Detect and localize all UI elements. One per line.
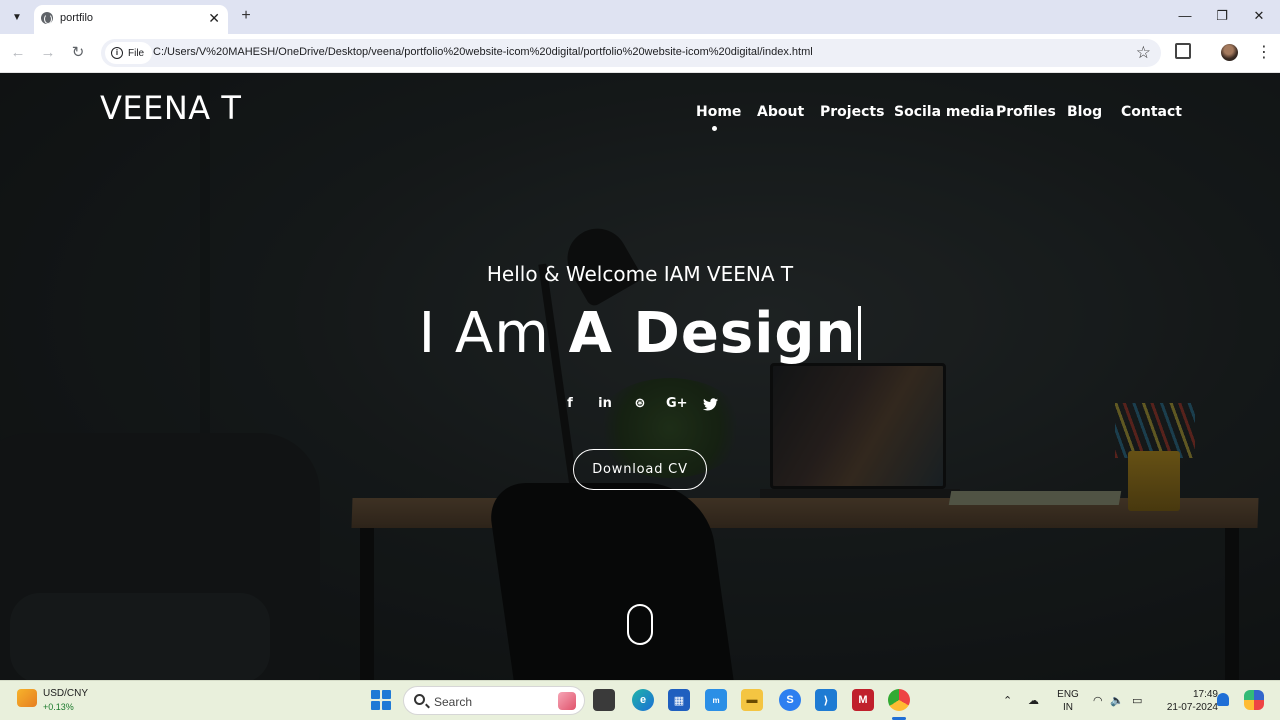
- nav-socila-media[interactable]: Socila media: [894, 104, 994, 120]
- language-line2: IN: [1063, 702, 1073, 713]
- start-windows-icon[interactable]: [371, 690, 391, 710]
- tab-close-icon[interactable]: ✕: [208, 10, 220, 26]
- reload-icon[interactable]: ↻: [67, 42, 89, 64]
- profile-avatar[interactable]: [1221, 44, 1238, 61]
- hero-title-prefix: I Am: [418, 301, 569, 366]
- restore-icon[interactable]: ❐: [1207, 6, 1237, 26]
- file-chip-label: File: [128, 47, 145, 59]
- microsoft-store-icon[interactable]: ▦: [668, 689, 690, 711]
- site-info-chip[interactable]: i File: [105, 42, 153, 64]
- currency-widget-icon[interactable]: [17, 689, 37, 707]
- scroll-mouse-icon[interactable]: [627, 604, 653, 645]
- nav-contact[interactable]: Contact: [1121, 104, 1182, 120]
- address-bar[interactable]: i File C:/Users/V%20MAHESH/OneDrive/Desk…: [101, 39, 1161, 67]
- search-highlight-icon: [558, 692, 576, 710]
- skype-icon[interactable]: S: [779, 689, 801, 711]
- search-icon: [414, 694, 425, 705]
- hero-subtitle: Hello & Welcome IAM VEENA T: [486, 262, 794, 286]
- more-menu-icon[interactable]: ⋮: [1256, 41, 1272, 65]
- battery-icon[interactable]: ▭: [1132, 694, 1142, 707]
- linkedin-icon[interactable]: in: [596, 395, 614, 413]
- new-tab-button[interactable]: +: [236, 6, 256, 26]
- chevron-up-icon[interactable]: ⌃: [1003, 694, 1012, 707]
- notification-bell-icon[interactable]: [1217, 693, 1229, 706]
- window-close-icon[interactable]: ✕: [1244, 6, 1274, 26]
- onedrive-cloud-icon[interactable]: ☁: [1028, 694, 1039, 707]
- extensions-puzzle-icon[interactable]: [1175, 43, 1191, 59]
- hero-title-typed: A Design: [568, 301, 857, 366]
- globe-icon: [41, 12, 53, 24]
- taskbar-search[interactable]: Search: [403, 686, 585, 715]
- nav-home[interactable]: Home: [696, 104, 741, 120]
- browser-tab-strip: ▼ portfilo ✕ + — ❐ ✕: [0, 0, 1280, 34]
- task-view-icon[interactable]: [593, 689, 615, 711]
- language-indicator[interactable]: ENG IN: [1055, 688, 1081, 714]
- clock-date: 21-07-2024: [1166, 702, 1218, 713]
- background-overlay: [0, 73, 1280, 680]
- minimize-icon[interactable]: —: [1170, 6, 1200, 26]
- social-links: f in ⊛ G+: [555, 395, 725, 413]
- language-line1: ENG: [1057, 689, 1079, 700]
- nav-projects[interactable]: Projects: [820, 104, 884, 120]
- forward-arrow-icon[interactable]: →: [37, 42, 59, 64]
- nav-about[interactable]: About: [757, 104, 804, 120]
- hero-title: I Am A Design: [0, 301, 1280, 366]
- file-explorer-icon[interactable]: ▬: [741, 689, 763, 711]
- search-placeholder: Search: [434, 695, 473, 709]
- bookmark-star-icon[interactable]: ☆: [1136, 43, 1151, 63]
- ticker-change: +0.13%: [43, 702, 74, 712]
- nav-blog[interactable]: Blog: [1067, 104, 1102, 120]
- twitter-icon[interactable]: [701, 395, 719, 413]
- volume-icon[interactable]: 🔈: [1110, 694, 1124, 707]
- typing-cursor: [858, 306, 862, 360]
- browser-tab[interactable]: portfilo ✕: [34, 5, 228, 34]
- url-text[interactable]: C:/Users/V%20MAHESH/OneDrive/Desktop/vee…: [153, 46, 813, 58]
- info-icon: i: [111, 47, 123, 59]
- edge-browser-icon[interactable]: e: [632, 689, 654, 711]
- copilot-icon[interactable]: [1244, 690, 1264, 710]
- system-clock[interactable]: 17:49 21-07-2024: [1152, 688, 1218, 714]
- main-nav: Home About Projects Socila media Profile…: [0, 104, 1280, 124]
- facebook-icon[interactable]: f: [561, 395, 579, 413]
- dribbble-icon[interactable]: ⊛: [631, 395, 649, 413]
- wifi-icon[interactable]: ◠: [1093, 694, 1103, 707]
- ticker-name[interactable]: USD/CNY: [43, 688, 88, 699]
- vscode-icon[interactable]: ⟩: [815, 689, 837, 711]
- windows-taskbar: USD/CNY +0.13% Search e ▦ m ▬ S ⟩ M ⌃ ☁ …: [0, 680, 1280, 720]
- download-cv-button[interactable]: Download CV: [573, 449, 707, 490]
- google-plus-icon[interactable]: G+: [666, 395, 688, 413]
- chrome-icon[interactable]: [888, 689, 910, 711]
- mahjong-app-icon[interactable]: m: [705, 689, 727, 711]
- clock-time: 17:49: [1192, 689, 1218, 700]
- hero-section: VEENA T Home About Projects Socila media…: [0, 73, 1280, 680]
- back-arrow-icon[interactable]: ←: [7, 42, 29, 64]
- nav-profiles[interactable]: Profiles: [996, 104, 1056, 120]
- active-nav-indicator: [712, 126, 717, 131]
- tab-search-chevron-icon[interactable]: ▼: [6, 6, 28, 28]
- tab-title: portfilo: [60, 12, 94, 24]
- mcafee-icon[interactable]: M: [852, 689, 874, 711]
- browser-toolbar: ← → ↻ i File C:/Users/V%20MAHESH/OneDriv…: [0, 34, 1280, 73]
